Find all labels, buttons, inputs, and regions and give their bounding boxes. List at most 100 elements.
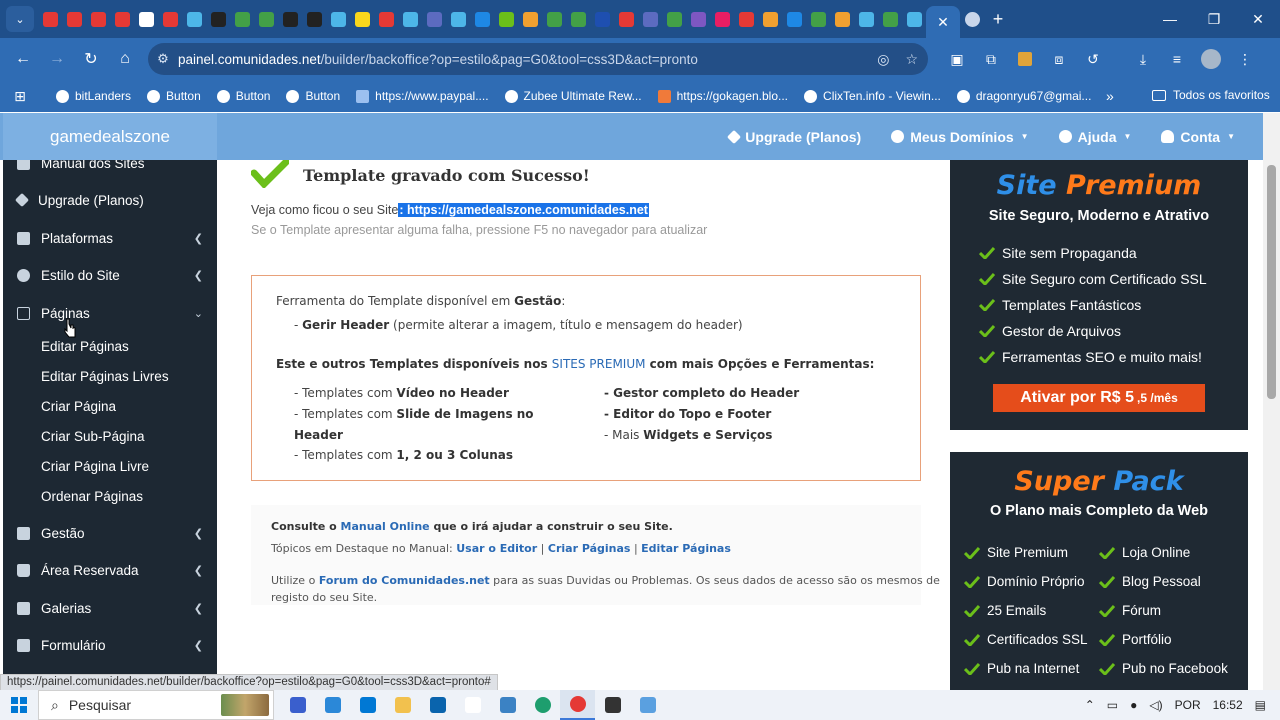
sidebar-item-formulario[interactable]: Formulário ❮	[3, 628, 217, 662]
scrollbar-thumb[interactable]	[1267, 165, 1276, 399]
taskbar-app[interactable]	[385, 690, 420, 720]
tab[interactable]	[638, 0, 662, 38]
tab[interactable]	[960, 0, 984, 38]
taskbar-search[interactable]: ⌕ Pesquisar	[38, 690, 274, 720]
tab[interactable]	[806, 0, 830, 38]
tab[interactable]	[710, 0, 734, 38]
tab[interactable]	[230, 0, 254, 38]
tab[interactable]	[614, 0, 638, 38]
tab[interactable]	[542, 0, 566, 38]
tab[interactable]	[590, 0, 614, 38]
activate-premium-button[interactable]: Ativar por R$ 5,5 /mês	[993, 384, 1205, 412]
sidebar-sub-editar-paginas[interactable]: Editar Páginas	[41, 339, 129, 354]
reload-button[interactable]: ↻	[74, 42, 108, 76]
tab[interactable]	[854, 0, 878, 38]
volume-icon[interactable]: ◁)	[1149, 698, 1162, 712]
taskbar-app[interactable]	[455, 690, 490, 720]
nav-conta[interactable]: Conta ▼	[1161, 129, 1235, 145]
tab[interactable]	[518, 0, 542, 38]
tab[interactable]	[206, 0, 230, 38]
taskbar-app[interactable]	[280, 690, 315, 720]
history-icon[interactable]: ↺	[1076, 38, 1110, 80]
bookmark[interactable]: Button	[147, 89, 201, 103]
site-info-icon[interactable]: ⚙	[148, 51, 178, 67]
sidebar-item-galerias[interactable]: Galerias ❮	[3, 591, 217, 625]
close-window-button[interactable]: ✕	[1236, 0, 1280, 38]
brand-logo[interactable]: gamedealszone	[3, 113, 217, 160]
sidebar-sub-editar-paginas-livres[interactable]: Editar Páginas Livres	[41, 369, 169, 384]
site-link[interactable]: : https://gamedealszone.comunidades.net	[398, 203, 649, 217]
super-pack-promo[interactable]: Super Pack O Plano mais Completo da Web …	[950, 452, 1248, 690]
site-premium-promo[interactable]: Site Premium Site Seguro, Moderno e Atra…	[950, 160, 1248, 430]
sidebar-item-upgrade[interactable]: Upgrade (Planos)	[3, 183, 217, 217]
taskbar-app[interactable]	[315, 690, 350, 720]
sidebar-item-area-reservada[interactable]: Área Reservada ❮	[3, 553, 217, 587]
tab[interactable]	[110, 0, 134, 38]
bookmark[interactable]: ClixTen.info - Viewin...	[804, 89, 941, 103]
sidebar-item-manual[interactable]: Manual dos Sites	[3, 160, 217, 180]
nav-upgrade[interactable]: Upgrade (Planos)	[727, 129, 861, 145]
download-icon[interactable]: ⤓	[1126, 38, 1160, 80]
bookmark[interactable]: Button	[286, 89, 340, 103]
sidebar-item-gestao[interactable]: Gestão ❮	[3, 516, 217, 550]
maximize-button[interactable]: ❐	[1192, 0, 1236, 38]
tab[interactable]	[494, 0, 518, 38]
puzzle-icon[interactable]: ⧈	[1042, 38, 1076, 80]
network-icon[interactable]: ▭	[1107, 698, 1118, 712]
sidebar-sub-criar-pagina[interactable]: Criar Página	[41, 399, 116, 414]
tab[interactable]	[278, 0, 302, 38]
tab[interactable]	[758, 0, 782, 38]
tab[interactable]	[182, 0, 206, 38]
new-tab-button[interactable]: +	[984, 9, 1012, 30]
sidebar-item-paginas[interactable]: Páginas ⌄	[3, 296, 217, 330]
tab[interactable]	[902, 0, 926, 38]
tab[interactable]	[662, 0, 686, 38]
tab[interactable]	[782, 0, 806, 38]
tab[interactable]	[158, 0, 182, 38]
tab[interactable]	[374, 0, 398, 38]
tab[interactable]	[326, 0, 350, 38]
clock[interactable]: 16:52	[1213, 698, 1243, 712]
address-bar[interactable]: ⚙ painel.comunidades.net/builder/backoff…	[148, 43, 928, 75]
extension-icon[interactable]: ▣	[940, 38, 974, 80]
sidebar-item-estilo[interactable]: Estilo do Site ❮	[3, 258, 217, 292]
tab[interactable]	[86, 0, 110, 38]
tab-search-button[interactable]: ⌄	[6, 6, 34, 32]
sidebar-sub-criar-sub-pagina[interactable]: Criar Sub-Página	[41, 429, 145, 444]
tab[interactable]	[302, 0, 326, 38]
all-bookmarks-folder[interactable]: Todos os favoritos	[1152, 88, 1270, 102]
bookmark[interactable]: Button	[216, 89, 270, 103]
translate-icon[interactable]: ⧉	[974, 38, 1008, 80]
language-indicator[interactable]: POR	[1175, 698, 1201, 712]
bookmark[interactable]: Zubee Ultimate Rew...	[504, 89, 642, 103]
editar-paginas-link[interactable]: Editar Páginas	[641, 542, 731, 555]
media-icon[interactable]: ≡	[1160, 38, 1194, 80]
tab[interactable]	[686, 0, 710, 38]
eye-off-icon[interactable]: ◎	[877, 51, 889, 68]
more-bookmarks-icon[interactable]: »	[1106, 88, 1114, 104]
taskbar-app[interactable]	[525, 690, 560, 720]
nav-dominios[interactable]: Meus Domínios ▼	[891, 129, 1029, 145]
taskbar-app[interactable]	[490, 690, 525, 720]
sidebar-item-plataformas[interactable]: Plataformas ❮	[3, 221, 217, 255]
taskbar-app[interactable]	[350, 690, 385, 720]
bookmark-star-icon[interactable]: ☆	[905, 51, 918, 68]
tab[interactable]	[830, 0, 854, 38]
microphone-icon[interactable]: ●	[1130, 698, 1137, 712]
tab[interactable]	[470, 0, 494, 38]
usar-editor-link[interactable]: Usar o Editor	[456, 542, 537, 555]
tab[interactable]	[38, 0, 62, 38]
tab[interactable]	[350, 0, 374, 38]
tab[interactable]	[134, 0, 158, 38]
manual-online-link[interactable]: Manual Online	[341, 520, 430, 533]
extension-icon[interactable]	[1008, 38, 1042, 80]
tab[interactable]	[254, 0, 278, 38]
tab[interactable]	[734, 0, 758, 38]
url-text[interactable]: painel.comunidades.net/builder/backoffic…	[178, 52, 698, 67]
bookmark[interactable]: bitLanders	[56, 89, 131, 103]
apps-grid-icon[interactable]: ⊞	[0, 88, 40, 105]
tab[interactable]	[878, 0, 902, 38]
bookmark[interactable]: https://www.paypal....	[356, 89, 489, 103]
close-icon[interactable]: ✕	[937, 14, 949, 31]
sites-premium-link[interactable]: SITES PREMIUM	[552, 357, 646, 371]
